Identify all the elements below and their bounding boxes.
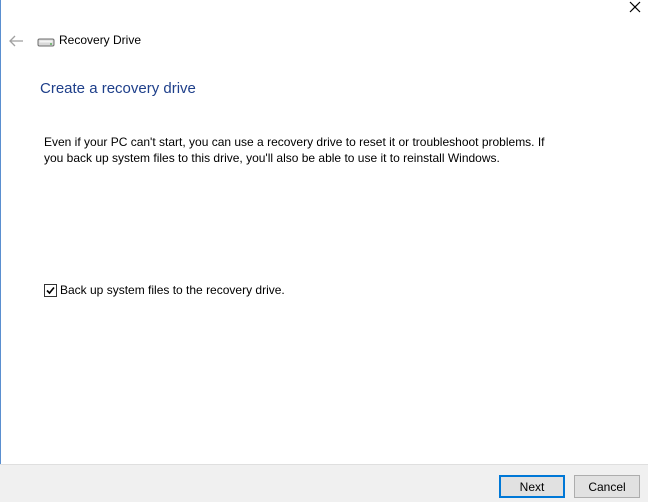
- window-left-border: [0, 0, 1, 502]
- description-line-2: you back up system files to this drive, …: [44, 151, 500, 165]
- next-button[interactable]: Next: [499, 475, 565, 498]
- drive-icon: [37, 38, 55, 47]
- backup-system-files-label[interactable]: Back up system files to the recovery dri…: [60, 283, 285, 297]
- footer-bar: Next Cancel: [0, 464, 648, 502]
- cancel-button[interactable]: Cancel: [574, 475, 640, 498]
- back-arrow-icon: [9, 35, 23, 47]
- description-text: Even if your PC can't start, you can use…: [44, 134, 564, 166]
- checkmark-icon: [46, 286, 55, 294]
- backup-system-files-checkbox[interactable]: [44, 283, 57, 297]
- backup-system-files-option[interactable]: Back up system files to the recovery dri…: [44, 283, 285, 297]
- close-icon: [629, 1, 641, 13]
- back-button[interactable]: [6, 32, 26, 50]
- description-line-1: Even if your PC can't start, you can use…: [44, 135, 545, 149]
- recovery-drive-window: Recovery Drive Create a recovery drive E…: [0, 0, 648, 502]
- page-title: Create a recovery drive: [40, 80, 196, 97]
- window-title: Recovery Drive: [59, 33, 142, 47]
- close-button[interactable]: [622, 0, 648, 14]
